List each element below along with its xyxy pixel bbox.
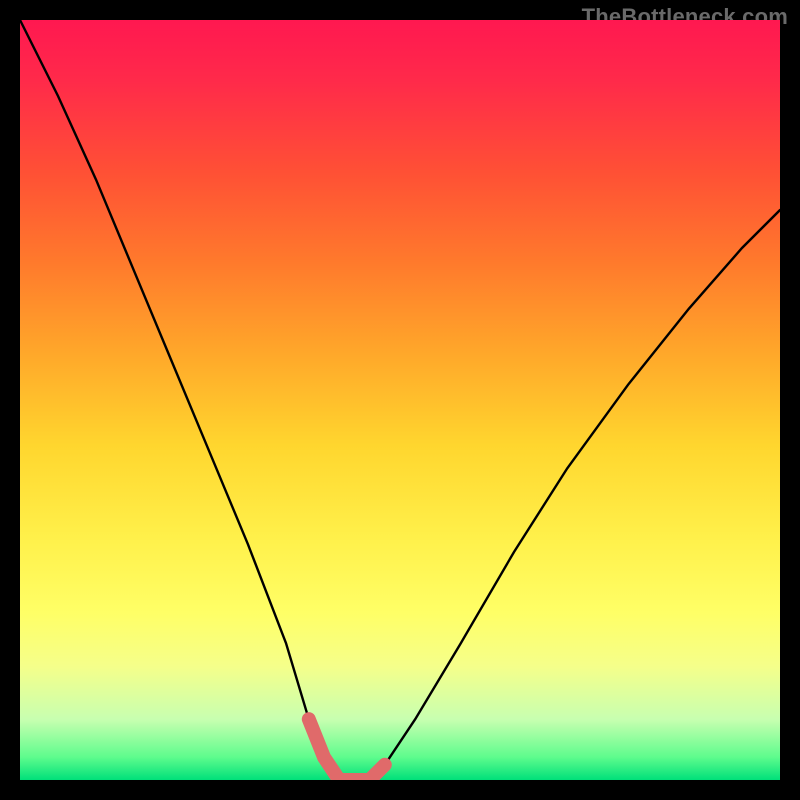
chart-frame: TheBottleneck.com: [0, 0, 800, 800]
plot-area: [20, 20, 780, 780]
bottleneck-curve: [20, 20, 780, 780]
curve-svg: [20, 20, 780, 780]
match-zone-highlight: [309, 719, 385, 780]
